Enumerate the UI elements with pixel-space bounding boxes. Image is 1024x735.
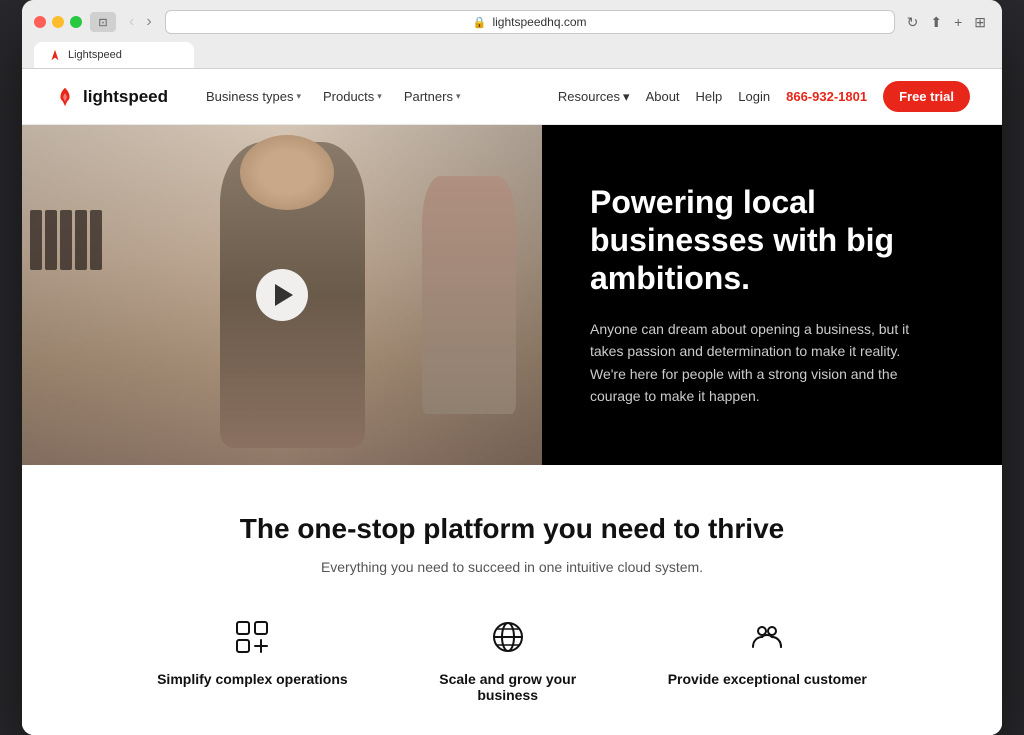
navbar: lightspeed Business types ▾ Products ▾ P…	[22, 69, 1002, 125]
nav-link-business-types[interactable]: Business types ▾	[196, 83, 311, 110]
new-tab-button[interactable]: +	[950, 12, 966, 32]
hero-image	[22, 125, 542, 465]
hero-title: Powering local businesses with big ambit…	[590, 183, 954, 298]
feature-simplify-label: Simplify complex operations	[157, 671, 348, 687]
address-bar[interactable]: 🔒 lightspeedhq.com	[165, 10, 895, 34]
share-button[interactable]: ⬆	[926, 12, 946, 33]
nav-links: Business types ▾ Products ▾ Partners ▾	[196, 83, 470, 110]
hero-content: Powering local businesses with big ambit…	[542, 125, 1002, 465]
chevron-down-icon: ▾	[623, 89, 630, 105]
back-button[interactable]: ‹	[124, 11, 139, 33]
nav-link-login[interactable]: Login	[738, 89, 770, 104]
close-button[interactable]	[34, 16, 46, 28]
forward-button[interactable]: ›	[141, 11, 156, 33]
feature-scale-label: Scale and grow your business	[408, 671, 608, 703]
lock-icon: 🔒	[473, 16, 487, 29]
platform-title: The one-stop platform you need to thrive	[62, 513, 962, 545]
person-head	[240, 135, 334, 210]
nav-link-help[interactable]: Help	[696, 89, 723, 104]
play-icon	[275, 284, 293, 306]
nav-link-resources[interactable]: Resources ▾	[558, 89, 630, 105]
globe-icon	[486, 615, 530, 659]
free-trial-button[interactable]: Free trial	[883, 81, 970, 112]
feature-customer-label: Provide exceptional customer	[668, 671, 867, 687]
logo-text: lightspeed	[83, 87, 168, 107]
tab-title: Lightspeed	[68, 49, 122, 61]
website-content: lightspeed Business types ▾ Products ▾ P…	[22, 69, 1002, 735]
refresh-button[interactable]: ↻	[903, 12, 923, 33]
person-bg	[422, 176, 516, 414]
browser-chrome: ⊡ ‹ › 🔒 lightspeedhq.com ↻ ⬆ + ⊞ Lights	[22, 0, 1002, 69]
hero-section: Powering local businesses with big ambit…	[22, 125, 1002, 465]
nav-link-about[interactable]: About	[646, 89, 680, 104]
maximize-button[interactable]	[70, 16, 82, 28]
browser-window: ⊡ ‹ › 🔒 lightspeedhq.com ↻ ⬆ + ⊞ Lights	[22, 0, 1002, 735]
people-icon	[745, 615, 789, 659]
hero-description: Anyone can dream about opening a busines…	[590, 318, 930, 408]
play-button[interactable]	[256, 269, 308, 321]
platform-section: The one-stop platform you need to thrive…	[22, 465, 1002, 735]
feature-simplify: Simplify complex operations	[157, 615, 348, 703]
grid-button[interactable]: ⊞	[970, 12, 990, 33]
features-grid: Simplify complex operations Scale and g	[62, 615, 962, 703]
grid-icon	[230, 615, 274, 659]
phone-number[interactable]: 866-932-1801	[786, 89, 867, 104]
nav-right: Resources ▾ About Help Login 866-932-180…	[558, 81, 970, 112]
feature-customer: Provide exceptional customer	[668, 615, 867, 703]
nav-link-partners[interactable]: Partners ▾	[394, 83, 471, 110]
chevron-down-icon: ▾	[456, 91, 461, 102]
url-text: lightspeedhq.com	[492, 15, 586, 29]
nav-left: lightspeed Business types ▾ Products ▾ P…	[54, 83, 471, 110]
platform-subtitle: Everything you need to succeed in one in…	[62, 559, 962, 575]
logo[interactable]: lightspeed	[54, 86, 168, 108]
chevron-down-icon: ▾	[377, 91, 382, 102]
logo-icon	[54, 86, 76, 108]
minimize-button[interactable]	[52, 16, 64, 28]
browser-tab[interactable]: Lightspeed	[34, 42, 194, 68]
nav-link-products[interactable]: Products ▾	[313, 83, 392, 110]
traffic-lights	[34, 16, 82, 28]
feature-scale: Scale and grow your business	[408, 615, 608, 703]
chevron-down-icon: ▾	[296, 91, 301, 102]
window-tab-icon[interactable]: ⊡	[90, 12, 116, 32]
